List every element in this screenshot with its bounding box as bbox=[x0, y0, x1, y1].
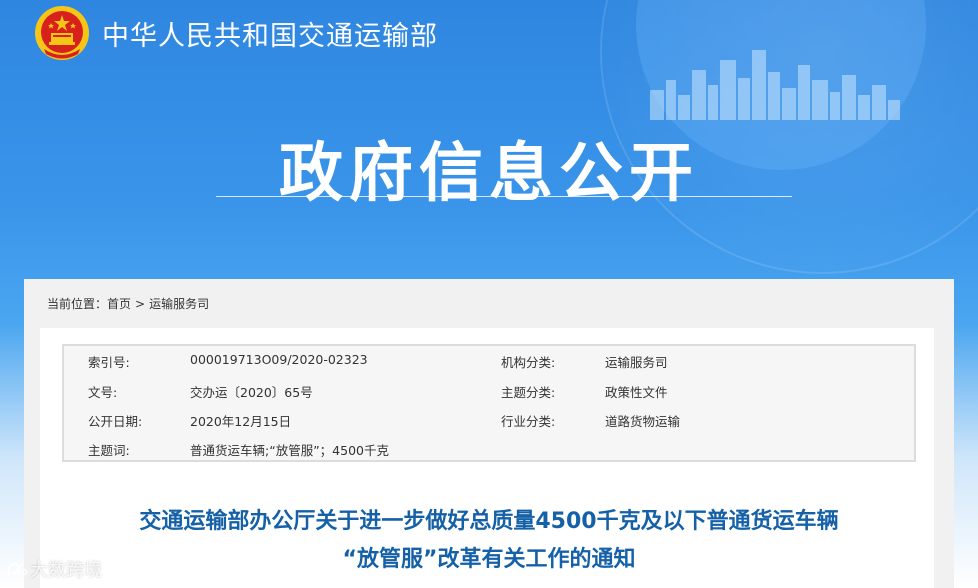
document-number-value: 交办运〔2020〕65号 bbox=[190, 385, 313, 400]
index-number-label: 索引号: bbox=[88, 355, 130, 370]
keywords-value: 普通货运车辆;“放管服”；4500千克 bbox=[190, 443, 389, 458]
breadcrumb-separator: > bbox=[135, 297, 146, 311]
publish-date-value: 2020年12月15日 bbox=[190, 414, 292, 429]
keywords-label: 主题词: bbox=[88, 443, 130, 458]
banner-divider bbox=[216, 196, 792, 197]
breadcrumb-home-link[interactable]: 首页 bbox=[107, 297, 131, 311]
document-title-line-1: 交通运输部办公厅关于进一步做好总质量4500千克及以下普通货运车辆 bbox=[139, 509, 839, 534]
breadcrumb: 当前位置：首页 > 运输服务司 bbox=[47, 295, 209, 312]
watermark: 大数跨境 bbox=[6, 556, 102, 582]
publish-date-label: 公开日期: bbox=[88, 414, 143, 429]
organization-label: 机构分类: bbox=[501, 355, 556, 370]
breadcrumb-prefix: 当前位置： bbox=[47, 297, 108, 311]
organization-value: 运输服务司 bbox=[605, 355, 668, 370]
topic-value: 政策性文件 bbox=[605, 385, 668, 400]
document-number-label: 文号: bbox=[88, 385, 118, 400]
watermark-text: 大数跨境 bbox=[30, 560, 102, 581]
industry-label: 行业分类: bbox=[501, 414, 556, 429]
document-title-line-2: “放管服”改革有关工作的通知 bbox=[342, 547, 636, 572]
banner-title: 政府信息公开 bbox=[279, 137, 699, 211]
breadcrumb-department-link[interactable]: 运输服务司 bbox=[149, 297, 209, 311]
topic-label: 主题分类: bbox=[501, 385, 556, 400]
city-skyline-decoration bbox=[650, 50, 900, 120]
national-emblem-icon[interactable] bbox=[34, 5, 90, 61]
industry-value: 道路货物运输 bbox=[605, 414, 681, 429]
watermark-logo-icon bbox=[7, 562, 28, 576]
index-number-value: 000019713O09/2020-02323 bbox=[190, 352, 368, 367]
page: 中华人民共和国交通运输部 政府信息公开 当前位置：首页 > 运输服务司 索引号: 0… bbox=[0, 0, 978, 588]
site-name[interactable]: 中华人民共和国交通运输部 bbox=[102, 14, 438, 53]
